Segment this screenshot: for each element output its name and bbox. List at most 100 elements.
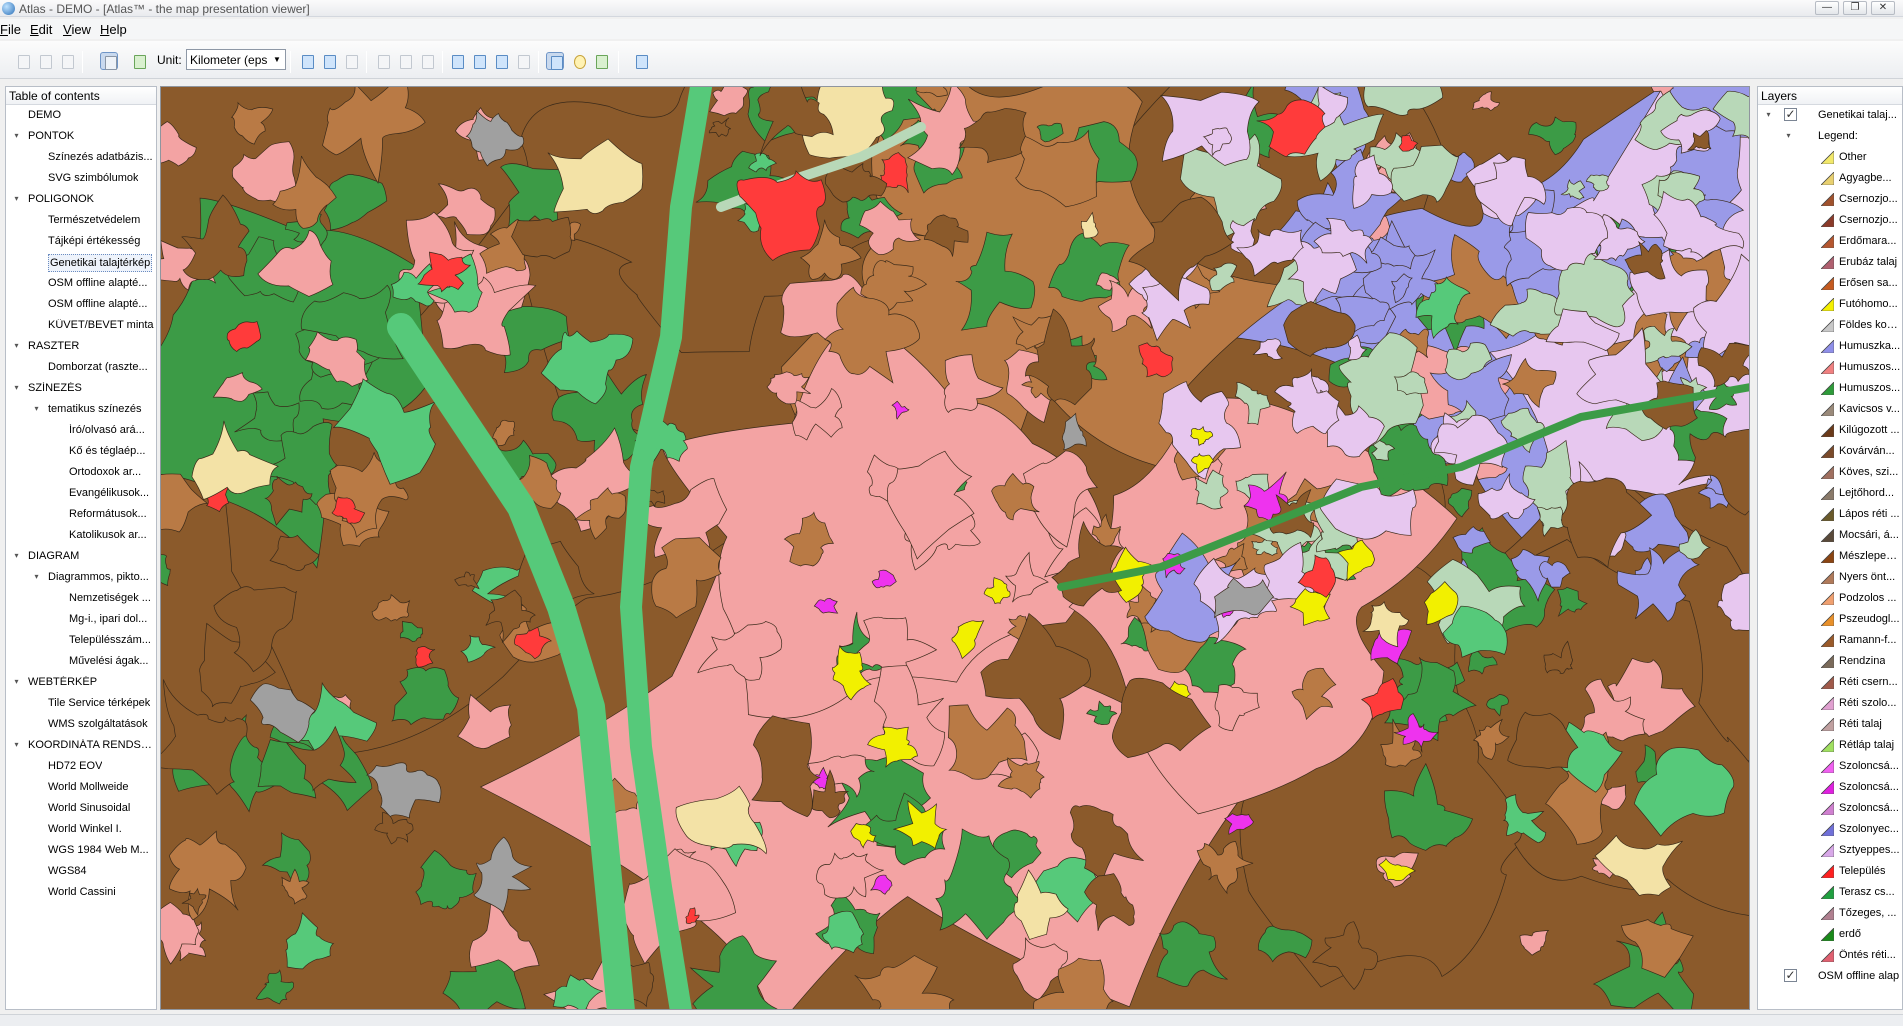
toc-item[interactable]: KÜVET/BEVET minta: [6, 315, 156, 336]
chevron-down-icon[interactable]: ▾: [12, 551, 21, 560]
toc-item[interactable]: World Winkel I.: [6, 819, 156, 840]
info-icon[interactable]: [632, 52, 650, 70]
toc-item[interactable]: ▾ RASZTER: [6, 336, 156, 357]
zoom-extent-icon[interactable]: [448, 52, 466, 70]
legend-item: Ramann-f...: [1758, 630, 1902, 651]
legend-item: Nyers önt...: [1758, 567, 1902, 588]
toc-item[interactable]: ▾ POLIGONOK: [6, 189, 156, 210]
close-button[interactable]: ✕: [1871, 1, 1895, 15]
table-of-contents-toggle-icon[interactable]: [100, 52, 118, 70]
toc-item[interactable]: World Mollweide: [6, 777, 156, 798]
legend-swatch: [1821, 508, 1834, 521]
menu-view[interactable]: View: [63, 22, 91, 37]
cut-icon[interactable]: [14, 52, 32, 70]
toc-item[interactable]: ▾ DIAGRAM: [6, 546, 156, 567]
restore-button[interactable]: ❐: [1843, 1, 1867, 15]
toc-item[interactable]: Mg-i., ipari dol...: [6, 609, 156, 630]
chevron-down-icon[interactable]: ▾: [12, 341, 21, 350]
chevron-down-icon[interactable]: ▾: [12, 677, 21, 686]
chevron-down-icon[interactable]: ▾: [12, 383, 21, 392]
unit-select[interactable]: Kilometer (eps ▼: [186, 49, 286, 70]
export-icon[interactable]: [396, 52, 414, 70]
toc-item[interactable]: ▾ tematikus színezés: [6, 399, 156, 420]
toc-item[interactable]: SVG szimbólumok: [6, 168, 156, 189]
toc-item[interactable]: Domborzat (raszte...: [6, 357, 156, 378]
pan-hand-icon[interactable]: [570, 52, 588, 70]
toc-item[interactable]: WGS84: [6, 861, 156, 882]
toc-item[interactable]: Katolikusok ar...: [6, 525, 156, 546]
chevron-down-icon[interactable]: ▾: [12, 131, 21, 140]
toc-item[interactable]: World Sinusoidal: [6, 798, 156, 819]
toc-item[interactable]: ▾ SZÍNEZÉS: [6, 378, 156, 399]
toc-item[interactable]: ▾ KOORDINÁTA RENDSZ...: [6, 735, 156, 756]
toc-item[interactable]: Színezés adatbázis...: [6, 147, 156, 168]
soil-map[interactable]: [161, 87, 1750, 1010]
toc-item[interactable]: Művelési ágak...: [6, 651, 156, 672]
toc-item[interactable]: Településszám...: [6, 630, 156, 651]
chevron-down-icon[interactable]: ▾: [1764, 110, 1773, 119]
toc-item[interactable]: Evangélikusok...: [6, 483, 156, 504]
add-raster-icon[interactable]: [320, 52, 338, 70]
toc-item[interactable]: WGS 1984 Web M...: [6, 840, 156, 861]
legend-item-label: Erősen sa...: [1839, 277, 1898, 289]
toc-item[interactable]: Tájképi értékesség: [6, 231, 156, 252]
menu-help[interactable]: Help: [100, 22, 127, 37]
menu-edit[interactable]: Edit: [30, 22, 52, 37]
toc-item[interactable]: DEMO: [6, 105, 156, 126]
legend-item: Rétláp talaj: [1758, 735, 1902, 756]
legend-item: Humuszos...: [1758, 378, 1902, 399]
toc-item[interactable]: World Cassini: [6, 882, 156, 903]
copy-icon[interactable]: [36, 52, 54, 70]
layer-visibility-checkbox[interactable]: ✓: [1784, 969, 1797, 982]
toolbar-separator: [82, 51, 83, 73]
toc-item[interactable]: OSM offline alapté...: [6, 294, 156, 315]
toc-item[interactable]: Reformátusok...: [6, 504, 156, 525]
legend-header-row[interactable]: ▾ Legend:: [1758, 126, 1902, 147]
legend-item-label: Réti talaj: [1839, 718, 1882, 730]
chevron-down-icon[interactable]: ▼: [271, 53, 283, 66]
toc-item[interactable]: ▾ Diagrammos, pikto...: [6, 567, 156, 588]
legend-swatch: [1821, 592, 1834, 605]
toc-item[interactable]: OSM offline alapté...: [6, 273, 156, 294]
chevron-down-icon[interactable]: ▾: [32, 572, 41, 581]
toc-item[interactable]: Ortodoxok ar...: [6, 462, 156, 483]
chevron-down-icon[interactable]: ▾: [12, 194, 21, 203]
toc-item[interactable]: Író/olvasó ará...: [6, 420, 156, 441]
toc-item-label: Nemzetiségek ...: [69, 592, 151, 604]
identify-pointer-icon[interactable]: [592, 52, 610, 70]
layer-visibility-checkbox[interactable]: ✓: [1784, 108, 1797, 121]
toc-item[interactable]: Genetikai talajtérkép: [6, 252, 156, 273]
minimize-button[interactable]: —: [1815, 1, 1839, 15]
print-icon[interactable]: [374, 52, 392, 70]
add-layer-icon[interactable]: [298, 52, 316, 70]
chevron-down-icon[interactable]: ▾: [12, 740, 21, 749]
toc-item[interactable]: Tile Service térképek: [6, 693, 156, 714]
layer-row-osm[interactable]: ✓ OSM offline alap: [1758, 966, 1902, 987]
layer-row-genetikai[interactable]: ▾ ✓ Genetikai talaj...: [1758, 105, 1902, 126]
toc-item[interactable]: Kő és téglaép...: [6, 441, 156, 462]
menu-file[interactable]: File: [0, 22, 21, 37]
toc-item[interactable]: Nemzetiségek ...: [6, 588, 156, 609]
print-preview-icon[interactable]: [418, 52, 436, 70]
zoom-previous-icon[interactable]: [514, 52, 532, 70]
toc-item-label: Tile Service térképek: [48, 697, 151, 709]
zoom-window-icon[interactable]: [546, 52, 564, 70]
chevron-down-icon[interactable]: ▾: [1784, 131, 1793, 140]
toc-item-label: World Mollweide: [48, 781, 129, 793]
toc-item[interactable]: ▾ PONTOK: [6, 126, 156, 147]
legend-label: Legend:: [1818, 130, 1858, 142]
map-canvas[interactable]: [160, 86, 1750, 1010]
globe-icon[interactable]: [130, 52, 148, 70]
legend-item: Pszeudogl...: [1758, 609, 1902, 630]
toc-item[interactable]: ▾ WEBTÉRKÉP: [6, 672, 156, 693]
chevron-down-icon[interactable]: ▾: [32, 404, 41, 413]
legend-item-label: Agyagbe...: [1839, 172, 1892, 184]
remove-layer-icon[interactable]: [342, 52, 360, 70]
toc-item[interactable]: HD72 EOV: [6, 756, 156, 777]
zoom-in-icon[interactable]: [470, 52, 488, 70]
toc-item[interactable]: Természetvédelem: [6, 210, 156, 231]
table-of-contents-panel: Table of contents DEMO ▾ PONTOK Színezés ad…: [5, 86, 157, 1010]
zoom-out-icon[interactable]: [492, 52, 510, 70]
toc-item[interactable]: WMS szolgáltatások: [6, 714, 156, 735]
paste-icon[interactable]: [58, 52, 76, 70]
